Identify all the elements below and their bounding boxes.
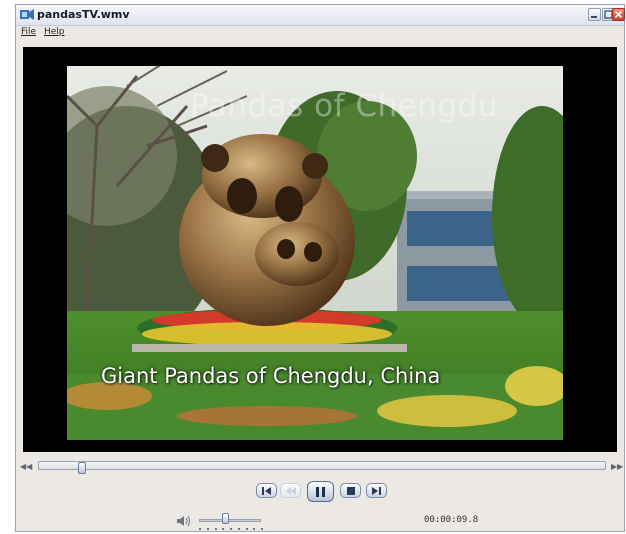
pause-button[interactable]: [307, 481, 334, 502]
close-button[interactable]: [612, 8, 625, 21]
rewind-button[interactable]: [280, 483, 301, 498]
stop-icon: [347, 487, 355, 495]
previous-button[interactable]: [256, 483, 277, 498]
seek-back-icon[interactable]: ◀◀: [20, 462, 32, 471]
menu-help[interactable]: Help: [44, 27, 65, 37]
volume-thumb[interactable]: [222, 513, 229, 524]
previous-icon: [262, 487, 271, 495]
time-readout: 00:00:09.8: [424, 515, 479, 525]
window-title: pandasTV.wmv: [37, 8, 130, 21]
minimize-button[interactable]: [588, 8, 601, 21]
seek-bar[interactable]: [38, 461, 606, 474]
minimize-icon: [591, 16, 597, 18]
video-title-overlay: Pandas of Chengdu: [190, 88, 498, 124]
video-display[interactable]: Pandas of Chengdu Giant Pandas of Chengd…: [23, 47, 617, 452]
stop-button[interactable]: [340, 483, 361, 498]
volume-slider[interactable]: [199, 519, 261, 522]
seek-forward-icon[interactable]: ▶▶: [611, 462, 623, 471]
next-icon: [372, 487, 381, 495]
speaker-icon[interactable]: [177, 515, 191, 527]
title-bar[interactable]: pandasTV.wmv: [16, 5, 625, 26]
next-button[interactable]: [366, 483, 387, 498]
volume-ticks: [199, 528, 263, 531]
video-scene: Pandas of Chengdu Giant Pandas of Chengd…: [67, 66, 563, 440]
video-caption: Giant Pandas of Chengdu, China: [101, 364, 441, 388]
media-player-icon: [20, 9, 34, 20]
pause-icon: [316, 487, 325, 497]
seek-area: ◀◀ ▶▶: [16, 459, 624, 477]
close-icon: [614, 10, 623, 19]
media-player-window: pandasTV.wmv File Help Pandas of Chengdu…: [15, 4, 625, 532]
menu-bar: File Help: [16, 26, 624, 42]
rewind-icon: [286, 487, 296, 495]
menu-file[interactable]: File: [21, 27, 36, 37]
seek-thumb[interactable]: [78, 462, 86, 474]
